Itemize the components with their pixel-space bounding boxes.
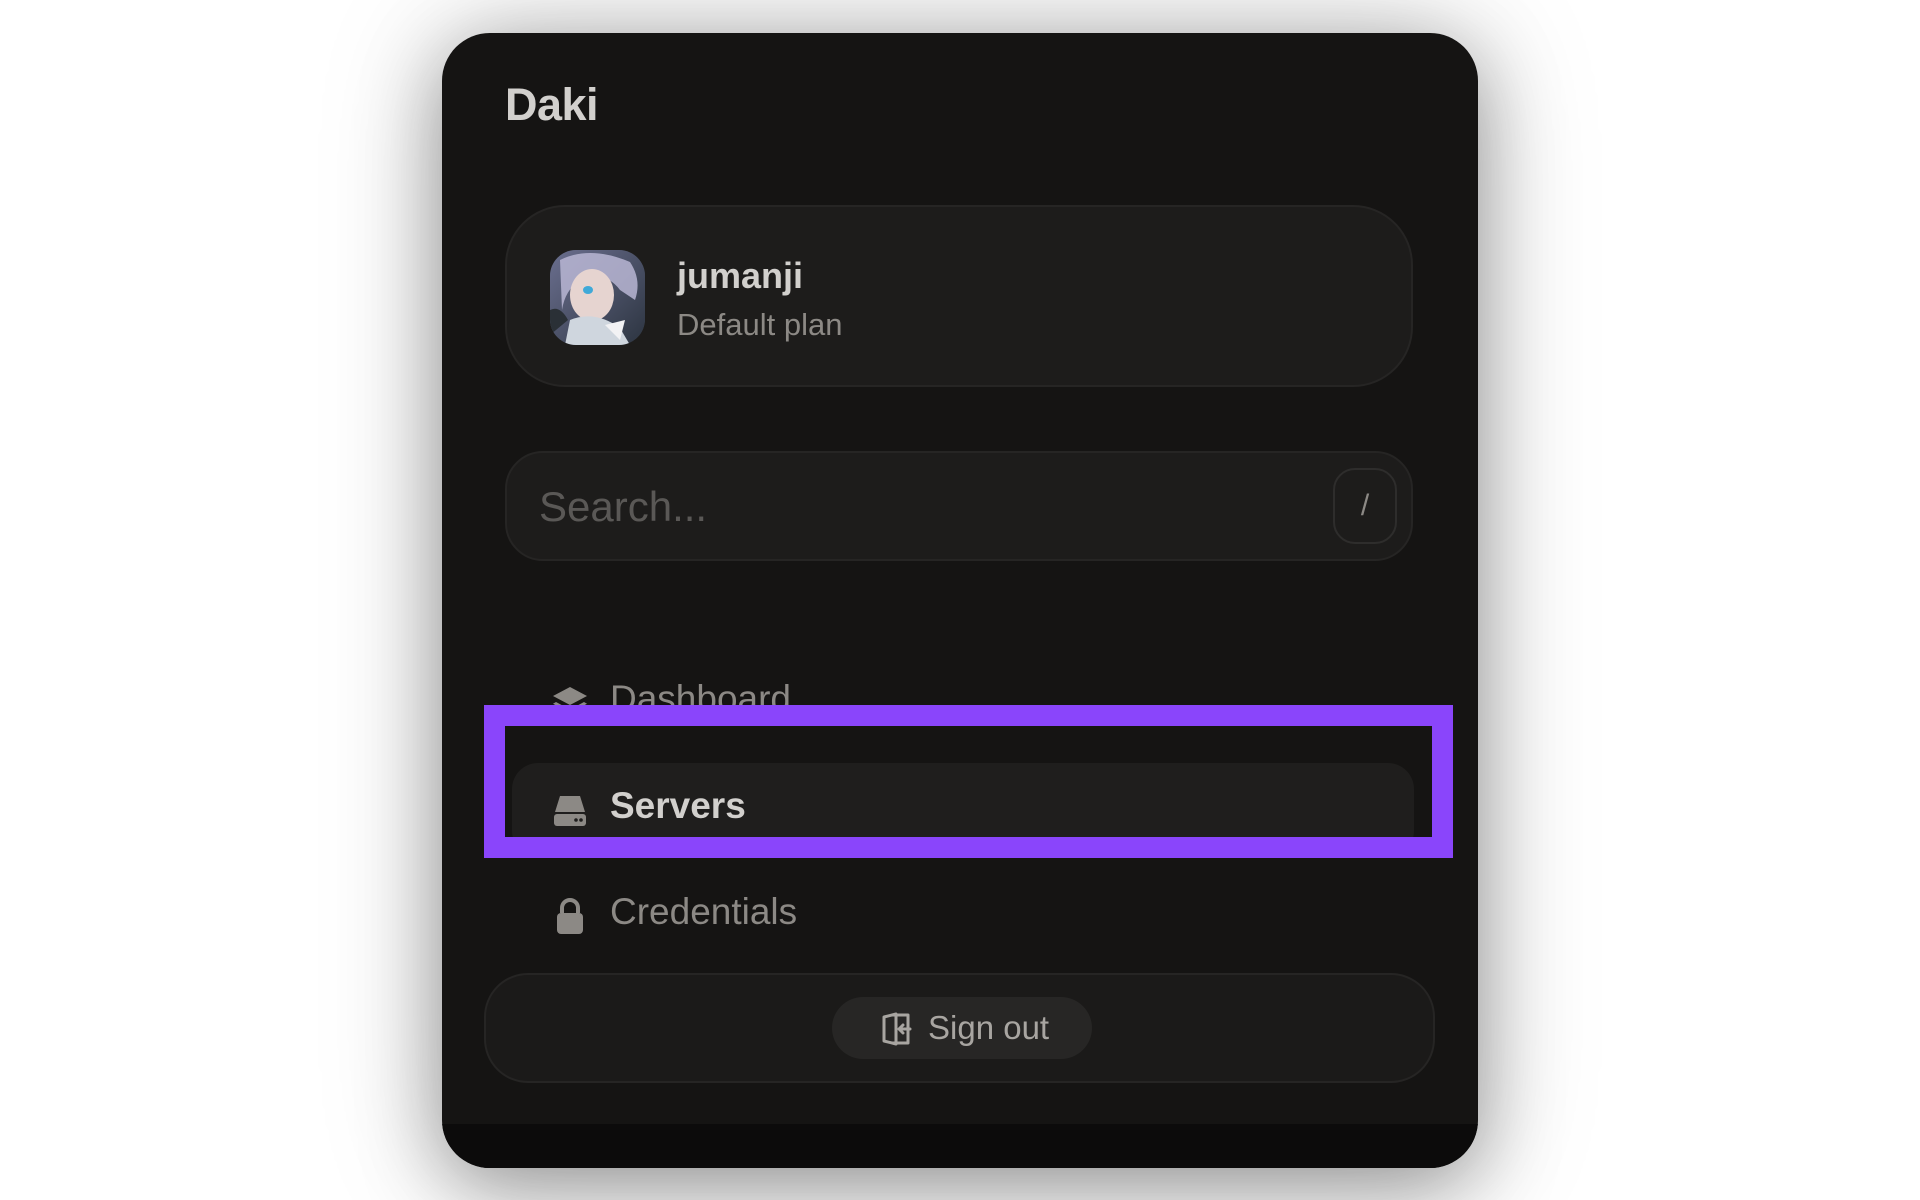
avatar-image bbox=[550, 250, 645, 345]
username: jumanji bbox=[677, 255, 804, 296]
panel-bottom-strip bbox=[442, 1124, 1478, 1168]
layers-icon bbox=[550, 683, 590, 723]
server-drive-icon bbox=[550, 790, 590, 830]
shortcut-hint: / bbox=[1333, 468, 1397, 544]
avatar bbox=[550, 250, 645, 345]
profile-card[interactable]: jumanji Default plan bbox=[505, 205, 1413, 387]
nav-item-dashboard[interactable]: Dashboard bbox=[512, 656, 1414, 750]
plan-label: Default plan bbox=[677, 307, 843, 342]
lock-icon bbox=[550, 896, 590, 936]
sign-out-label: Sign out bbox=[928, 1009, 1050, 1046]
sign-out-button[interactable]: Sign out bbox=[832, 997, 1092, 1059]
search-box: / bbox=[505, 451, 1413, 561]
signout-card: Sign out bbox=[484, 973, 1435, 1083]
nav-item-credentials[interactable]: Credentials bbox=[512, 869, 1414, 963]
sidebar-panel: Daki jumanji Default plan Search... / Da… bbox=[442, 33, 1478, 1168]
nav-item-servers[interactable]: Servers bbox=[512, 763, 1414, 857]
app-title: Daki bbox=[505, 79, 599, 130]
sign-out-icon bbox=[880, 1011, 914, 1047]
nav-item-label: Servers bbox=[610, 785, 746, 826]
nav-item-label: Credentials bbox=[610, 891, 798, 932]
search-input[interactable] bbox=[537, 473, 1321, 541]
nav-item-label: Dashboard bbox=[610, 678, 792, 719]
